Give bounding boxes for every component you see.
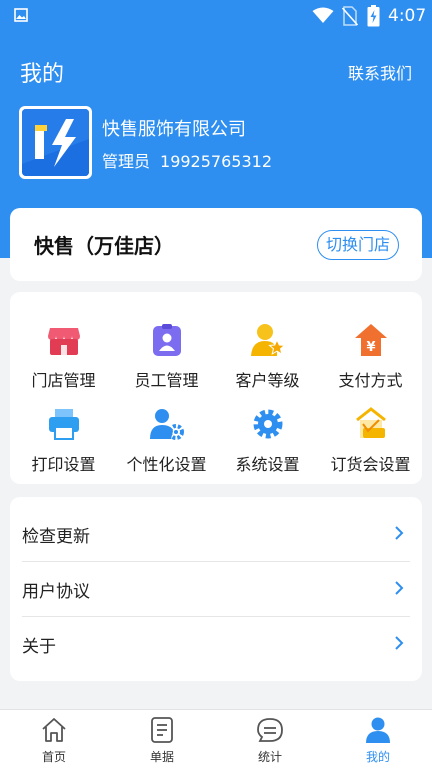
- home-icon: [42, 718, 66, 742]
- current-store-card: 快售（万佳店） 切换门店: [10, 208, 422, 281]
- page-title: 我的: [20, 62, 65, 87]
- gear-icon: [253, 409, 283, 439]
- menu-item-system-settings[interactable]: 系统设置: [216, 406, 319, 486]
- company-name: 快售服饰有限公司: [102, 119, 246, 140]
- printer-icon: [49, 409, 79, 440]
- company-logo: [19, 106, 92, 179]
- chevron-right-icon: [395, 526, 404, 540]
- menu-item-label: 打印设置: [31, 455, 96, 474]
- list-item-label: 用户协议: [22, 582, 90, 602]
- admin-phone: 19925765312: [160, 152, 272, 171]
- tab-label: 首页: [41, 750, 66, 764]
- menu-item-label: 个性化设置: [126, 455, 207, 474]
- menu-item-personalization[interactable]: 个性化设置: [115, 406, 218, 486]
- tab-statistics[interactable]: 统计: [216, 710, 324, 768]
- menu-item-label: 员工管理: [134, 371, 199, 390]
- chevron-right-icon: [395, 581, 404, 595]
- chevron-right-icon: [395, 636, 404, 650]
- list-item-label: 检查更新: [22, 527, 90, 547]
- menu-item-store-management[interactable]: 门店管理: [12, 322, 115, 402]
- tab-label: 统计: [257, 750, 282, 764]
- menu-item-order-fair-settings[interactable]: 订货会设置: [319, 406, 422, 486]
- wifi-icon: [312, 7, 334, 23]
- tab-label: 我的: [365, 750, 390, 764]
- menu-item-payment-method[interactable]: ¥ 支付方式: [319, 322, 422, 402]
- contact-us-button[interactable]: 联系我们: [348, 60, 412, 84]
- menu-item-label: 支付方式: [338, 371, 403, 390]
- menu-item-label: 订货会设置: [330, 455, 411, 474]
- menu-item-customer-level[interactable]: 客户等级: [216, 322, 319, 402]
- profile-icon: [366, 717, 390, 743]
- tab-home[interactable]: 首页: [0, 710, 108, 768]
- menu-item-print-settings[interactable]: 打印设置: [12, 406, 115, 486]
- document-icon: [151, 717, 173, 743]
- list-item-check-update[interactable]: 检查更新: [10, 506, 422, 561]
- store-icon: [48, 328, 80, 355]
- employee-badge-icon: [153, 324, 181, 356]
- battery-charging-icon: [367, 5, 380, 27]
- status-bar: 4:07: [0, 0, 432, 32]
- bottom-tab-bar: 首页 单据 统计 我的: [0, 709, 432, 768]
- menu-item-label: 系统设置: [235, 455, 300, 474]
- stats-icon: [257, 718, 283, 742]
- personalize-icon: [150, 409, 184, 440]
- admin-info: 管理员 19925765312: [102, 148, 272, 172]
- tab-documents[interactable]: 单据: [108, 710, 216, 768]
- order-fair-icon: [356, 407, 386, 438]
- tab-label: 单据: [149, 750, 174, 764]
- menu-item-employee-management[interactable]: 员工管理: [115, 322, 218, 402]
- store-name: 快售（万佳店）: [34, 234, 174, 258]
- settings-list: 检查更新 用户协议 关于: [10, 497, 422, 681]
- admin-role: 管理员: [102, 152, 151, 171]
- list-item-label: 关于: [22, 637, 56, 657]
- list-item-user-agreement[interactable]: 用户协议: [10, 561, 422, 616]
- list-item-about[interactable]: 关于: [10, 616, 422, 671]
- tab-profile[interactable]: 我的: [324, 710, 432, 768]
- status-time: 4:07: [388, 6, 427, 26]
- no-sim-icon: [342, 6, 358, 26]
- customer-level-icon: [251, 324, 286, 356]
- menu-item-label: 客户等级: [235, 371, 300, 390]
- image-notification-icon: [14, 8, 28, 22]
- switch-store-button[interactable]: 切换门店: [316, 230, 399, 260]
- kuaishou-logo-icon: [22, 109, 89, 176]
- settings-menu-grid: 门店管理 员工管理 客户等级 ¥ 支付方式 打印设置 个性化设置 系统设置 订货…: [10, 292, 422, 484]
- menu-item-label: 门店管理: [31, 371, 96, 390]
- svg-text:¥: ¥: [366, 340, 375, 355]
- payment-icon: ¥: [355, 324, 387, 356]
